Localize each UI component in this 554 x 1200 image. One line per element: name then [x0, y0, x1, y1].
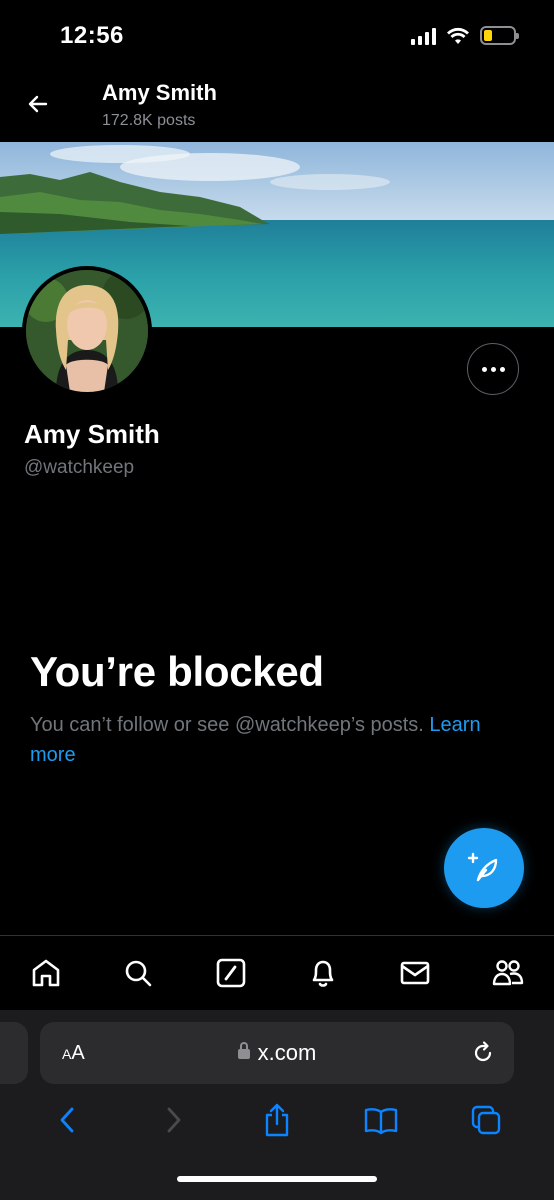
compose-post-icon	[467, 852, 498, 882]
nav-communities[interactable]	[488, 953, 528, 993]
browser-toolbar	[0, 1094, 554, 1146]
browser-forward-button[interactable]	[153, 1100, 193, 1140]
tabs-icon	[471, 1105, 500, 1135]
status-time: 12:56	[60, 22, 124, 49]
nav-search[interactable]	[118, 953, 158, 993]
browser-bookmarks-button[interactable]	[361, 1100, 401, 1140]
address-bar[interactable]: AA x.com	[40, 1022, 514, 1084]
forward-icon	[167, 1107, 180, 1133]
header-post-count: 172.8K posts	[102, 112, 196, 129]
lock-icon	[237, 1042, 250, 1059]
nav-notifications[interactable]	[303, 953, 343, 993]
browser-back-button[interactable]	[48, 1100, 88, 1140]
browser-tabs-button[interactable]	[466, 1100, 506, 1140]
profile-avatar[interactable]	[22, 266, 152, 396]
search-icon	[126, 960, 152, 987]
cellular-signal-icon	[411, 27, 436, 45]
blocked-message: You can’t follow or see @watchkeep’s pos…	[30, 710, 530, 770]
battery-icon	[480, 26, 519, 45]
nav-messages[interactable]	[395, 953, 435, 993]
status-icons	[411, 26, 519, 45]
previous-tab-preview[interactable]	[0, 1022, 28, 1084]
profile-name: Amy Smith	[24, 419, 160, 449]
home-indicator[interactable]	[177, 1176, 377, 1182]
more-options-button[interactable]	[467, 343, 519, 395]
compose-post-button[interactable]	[444, 828, 524, 908]
home-icon	[32, 959, 60, 987]
blocked-heading: You’re blocked	[30, 648, 324, 695]
share-icon	[265, 1103, 289, 1137]
url-text: x.com	[257, 1040, 317, 1065]
back-button[interactable]	[22, 88, 54, 120]
mail-icon	[401, 961, 430, 985]
grok-icon	[216, 958, 246, 988]
profile-header: Amy Smith 172.8K posts	[0, 72, 554, 140]
wifi-icon	[447, 27, 469, 44]
url-display[interactable]: x.com	[40, 1040, 514, 1066]
reload-icon	[474, 1041, 492, 1062]
more-horizontal-icon	[481, 366, 487, 372]
status-bar: 12:56	[0, 0, 554, 70]
arrow-left-icon	[28, 95, 48, 113]
people-icon	[492, 960, 523, 986]
browser-chrome: AA x.com	[0, 1010, 554, 1200]
browser-share-button[interactable]	[257, 1100, 297, 1140]
bell-icon	[312, 960, 334, 987]
nav-home[interactable]	[26, 953, 66, 993]
bookmarks-icon	[365, 1108, 398, 1135]
blocked-message-text: You can’t follow or see @watchkeep’s pos…	[30, 714, 430, 736]
nav-grok[interactable]	[211, 953, 251, 993]
profile-handle: @watchkeep	[24, 457, 135, 478]
back-icon	[60, 1107, 74, 1133]
bottom-nav	[0, 936, 554, 1010]
reload-button[interactable]	[470, 1040, 496, 1071]
header-title: Amy Smith	[102, 80, 217, 105]
